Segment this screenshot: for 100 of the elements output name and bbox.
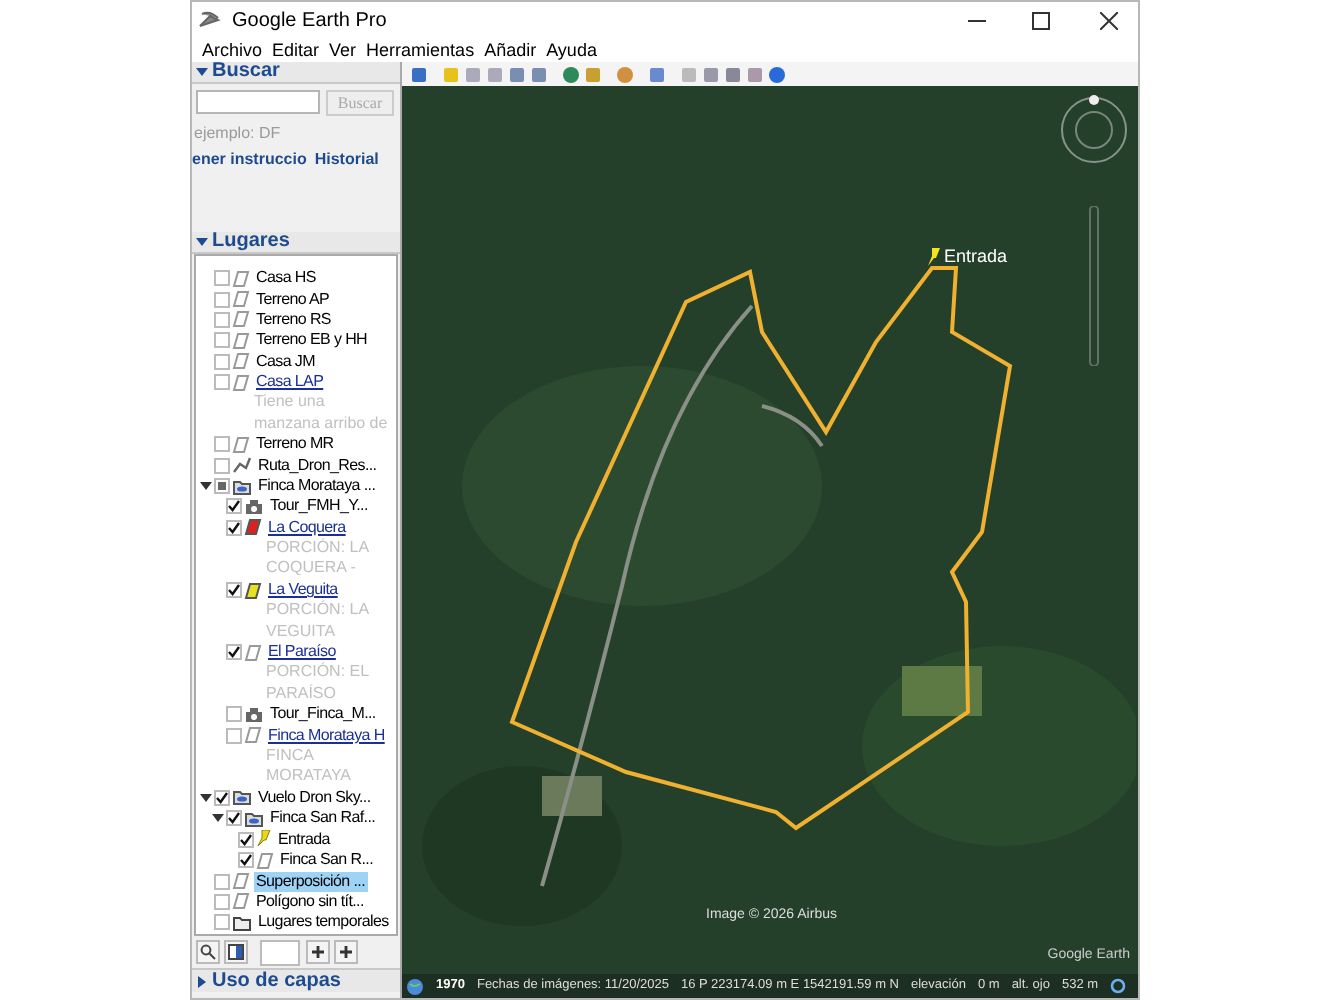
place-item[interactable]: Terreno MR bbox=[254, 434, 336, 455]
menu-item[interactable]: Herramientas bbox=[366, 41, 475, 59]
expand-triangle-icon[interactable] bbox=[212, 812, 224, 825]
camera-icon bbox=[244, 705, 264, 724]
checkbox[interactable] bbox=[214, 914, 230, 931]
place-item[interactable]: Terreno RS bbox=[254, 309, 333, 330]
description-text: PORCIÓN: LA bbox=[264, 538, 372, 559]
tab-link[interactable]: ener instruccio bbox=[192, 150, 307, 168]
checkbox[interactable] bbox=[226, 727, 242, 744]
place-item[interactable]: El Paraíso bbox=[266, 642, 338, 663]
checkbox[interactable] bbox=[226, 582, 242, 599]
tab-link[interactable]: Historial bbox=[314, 150, 379, 168]
place-item[interactable]: Terreno AP bbox=[254, 289, 332, 310]
checkbox[interactable] bbox=[214, 332, 230, 349]
place-item[interactable]: Casa LAP bbox=[254, 372, 326, 393]
place-item[interactable]: Casa JM bbox=[254, 351, 317, 372]
pushpin-icon bbox=[926, 248, 942, 268]
menu-item[interactable]: Editar bbox=[272, 41, 320, 59]
panel-header[interactable]: Buscar bbox=[192, 62, 400, 84]
place-item[interactable]: Entrada bbox=[276, 829, 332, 850]
description-text: PORCIÓN: EL bbox=[264, 662, 372, 684]
triangle-down-icon bbox=[196, 236, 208, 248]
folder-icon bbox=[232, 788, 252, 807]
panel-title: Lugares bbox=[212, 232, 290, 252]
checkbox[interactable] bbox=[214, 374, 230, 391]
place-item[interactable]: Lugares temporales bbox=[256, 912, 391, 933]
checkbox[interactable] bbox=[214, 353, 230, 370]
place-item[interactable]: Finca San R... bbox=[278, 850, 375, 871]
description-text: manzana arribo de bbox=[252, 413, 390, 435]
triangle-down-icon bbox=[196, 66, 208, 78]
navigation-compass-icon bbox=[1058, 94, 1130, 166]
checkbox[interactable] bbox=[226, 644, 242, 661]
panel-icon bbox=[228, 944, 244, 960]
folder-icon bbox=[244, 809, 264, 828]
up-button[interactable] bbox=[306, 940, 330, 964]
menu-item[interactable]: Ayuda bbox=[546, 41, 597, 59]
minimize-icon bbox=[967, 19, 985, 21]
place-item[interactable]: Finca San Raf... bbox=[268, 808, 378, 829]
place-item[interactable]: Vuelo Dron Sky... bbox=[256, 787, 373, 808]
description-text: PORCIÓN: LA bbox=[264, 600, 372, 622]
place-item[interactable]: Ruta_Dron_Res... bbox=[256, 455, 379, 476]
checkbox[interactable] bbox=[214, 893, 230, 910]
place-item[interactable]: Tour_FMH_Y... bbox=[268, 496, 370, 517]
plus-arrow-icon bbox=[312, 946, 324, 958]
checkbox[interactable] bbox=[226, 498, 242, 515]
checkbox[interactable] bbox=[226, 810, 242, 827]
description-text: COQUERA - bbox=[264, 558, 358, 580]
description-text: Tiene una bbox=[252, 392, 327, 414]
panel-title: Buscar bbox=[212, 62, 280, 82]
place-item[interactable]: Finca Morataya H bbox=[266, 725, 387, 746]
checkbox[interactable] bbox=[214, 457, 230, 474]
place-item[interactable]: Terreno EB y HH bbox=[254, 330, 370, 351]
expand-triangle-icon[interactable] bbox=[200, 791, 212, 804]
checkbox[interactable] bbox=[226, 519, 242, 536]
folder-icon bbox=[232, 477, 252, 496]
place-item[interactable]: Tour_Finca_M... bbox=[268, 704, 378, 725]
description-text: FINCA bbox=[264, 745, 316, 767]
description-text: VEGUITA bbox=[264, 621, 338, 643]
search-field[interactable] bbox=[196, 90, 320, 114]
triangle-right-icon bbox=[196, 975, 208, 987]
description-text: MORATAYA bbox=[264, 766, 354, 788]
place-item[interactable]: Finca Morataya ... bbox=[256, 476, 378, 497]
panel-header[interactable]: Lugares bbox=[192, 232, 400, 254]
checkbox[interactable] bbox=[214, 311, 230, 328]
zoom-slider-icon bbox=[1088, 206, 1100, 366]
place-item[interactable]: Polígono sin tít... bbox=[254, 891, 366, 912]
menu-item[interactable]: Ver bbox=[329, 41, 357, 59]
checkbox[interactable] bbox=[238, 831, 254, 848]
search-button[interactable] bbox=[196, 940, 220, 964]
camera-icon bbox=[244, 497, 264, 516]
hint-text: ejemplo: DF bbox=[192, 124, 283, 142]
down-button[interactable] bbox=[334, 940, 358, 964]
menu-item[interactable]: Añadir bbox=[484, 41, 537, 59]
pushpin-icon bbox=[256, 830, 272, 849]
circle-icon bbox=[1110, 978, 1127, 994]
checkbox[interactable] bbox=[214, 270, 230, 287]
panel-toggle-button[interactable] bbox=[224, 940, 248, 964]
panel-header[interactable]: Uso de capas bbox=[192, 968, 400, 992]
search-icon bbox=[200, 944, 216, 960]
filter-field[interactable] bbox=[260, 939, 300, 965]
checkbox[interactable] bbox=[214, 291, 230, 308]
window-title: Google Earth Pro bbox=[232, 7, 387, 35]
checkbox[interactable] bbox=[238, 852, 254, 869]
place-item[interactable]: Superposición ... bbox=[254, 871, 367, 892]
checkbox[interactable] bbox=[214, 436, 230, 453]
checkbox[interactable] bbox=[214, 873, 230, 890]
checkbox[interactable] bbox=[226, 706, 242, 723]
menu-item[interactable]: Archivo bbox=[202, 41, 263, 59]
expand-triangle-icon[interactable] bbox=[200, 480, 212, 493]
description-text: PARAÍSO bbox=[264, 683, 338, 705]
place-item[interactable]: Casa HS bbox=[254, 268, 318, 289]
checkbox[interactable] bbox=[214, 789, 230, 806]
checkbox[interactable] bbox=[214, 478, 230, 495]
maximize-icon bbox=[1031, 11, 1049, 29]
place-item[interactable]: La Coquera bbox=[266, 517, 348, 538]
plus-arrow-icon bbox=[340, 946, 352, 958]
placemark-label: Entrada bbox=[944, 248, 1008, 266]
folder-icon bbox=[232, 913, 252, 932]
place-item[interactable]: La Veguita bbox=[266, 580, 340, 601]
panel-title: Uso de capas bbox=[212, 971, 341, 991]
